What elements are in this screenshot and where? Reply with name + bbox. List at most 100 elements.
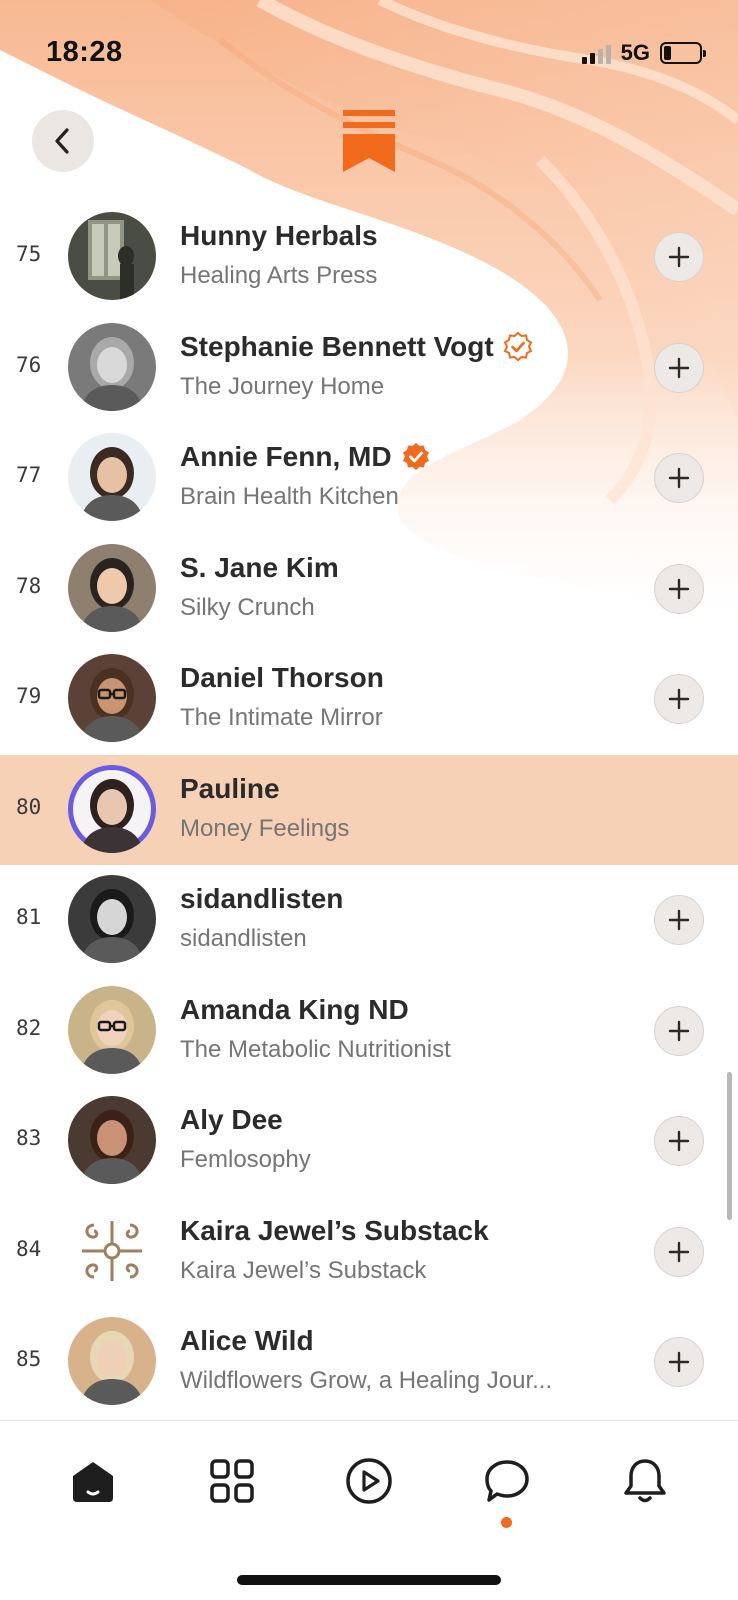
subscribe-button[interactable] xyxy=(654,1337,704,1387)
subscribe-button[interactable] xyxy=(654,563,704,614)
tab-media[interactable] xyxy=(339,1451,399,1511)
author-name[interactable]: Aly Dee xyxy=(180,1104,283,1136)
plus-icon xyxy=(668,1130,690,1152)
signal-strength-icon xyxy=(581,42,611,64)
subscribe-button[interactable] xyxy=(654,232,704,282)
author-name[interactable]: Kaira Jewel’s Substack xyxy=(180,1215,489,1247)
grid-icon xyxy=(210,1459,254,1503)
chevron-left-icon xyxy=(55,128,69,154)
tab-notifications[interactable] xyxy=(615,1451,675,1511)
leaderboard-list: 75 Hunny Herbals Healing Arts Press 76 Steph… xyxy=(0,202,738,1418)
author-name[interactable]: sidandlisten xyxy=(180,883,343,915)
subscribe-button[interactable] xyxy=(654,453,704,503)
tab-chat[interactable] xyxy=(477,1451,537,1511)
list-item[interactable]: 78 S. Jane Kim Silky Crunch xyxy=(0,534,738,645)
list-item[interactable]: 85 Alice Wild Wildflowers Grow, a Healing … xyxy=(0,1307,738,1418)
publication-name: Money Feelings xyxy=(180,814,350,842)
subscribe-button[interactable] xyxy=(654,1005,704,1056)
rank-number: 78 xyxy=(16,573,42,598)
list-item[interactable]: 75 Hunny Herbals Healing Arts Press xyxy=(0,202,738,313)
rank-number: 83 xyxy=(16,1126,42,1150)
plus-icon xyxy=(668,909,690,931)
plus-icon xyxy=(668,467,690,489)
author-name-line: Stephanie Bennett Vogt xyxy=(180,331,534,363)
list-item[interactable]: 83 Aly Dee Femlosophy xyxy=(0,1086,738,1197)
author-name[interactable]: Amanda King ND xyxy=(180,994,409,1026)
back-button[interactable] xyxy=(32,110,94,172)
play-icon xyxy=(346,1458,392,1504)
publication-name: sidandlisten xyxy=(180,925,307,952)
status-indicators: 5G xyxy=(581,40,706,66)
avatar[interactable] xyxy=(68,875,156,963)
avatar[interactable] xyxy=(68,1317,156,1405)
rank-number: 77 xyxy=(16,463,42,487)
publication-name: Silky Crunch xyxy=(180,593,315,621)
substack-logo-icon xyxy=(343,110,395,172)
subscribe-button[interactable] xyxy=(654,895,704,945)
chat-icon xyxy=(485,1460,529,1502)
rank-number: 82 xyxy=(16,1015,42,1040)
list-item[interactable]: 76 Stephanie Bennett Vogt The Journey Home xyxy=(0,313,738,424)
publication-name: The Intimate Mirror xyxy=(180,704,383,731)
publication-name: Kaira Jewel’s Substack xyxy=(180,1256,427,1284)
publication-name: The Journey Home xyxy=(180,372,385,400)
plus-icon xyxy=(668,357,690,378)
plus-icon xyxy=(668,1241,690,1262)
subscribe-button[interactable] xyxy=(654,1226,704,1277)
verified-badge-icon xyxy=(402,443,429,470)
plus-icon xyxy=(668,688,690,710)
avatar[interactable] xyxy=(68,985,156,1074)
publication-name: The Metabolic Nutritionist xyxy=(180,1035,451,1063)
author-name-line: Kaira Jewel’s Substack xyxy=(180,1215,489,1247)
list-item[interactable]: 80 Pauline Money Feelings xyxy=(0,754,738,865)
avatar[interactable] xyxy=(68,212,156,300)
network-type: 5G xyxy=(620,40,650,65)
rank-number: 81 xyxy=(16,905,42,929)
avatar[interactable] xyxy=(68,543,156,632)
rank-number: 85 xyxy=(16,1347,42,1371)
avatar[interactable] xyxy=(68,322,156,411)
author-name[interactable]: Daniel Thorson xyxy=(180,662,384,694)
subscribe-button[interactable] xyxy=(654,342,704,393)
status-bar: 18:28 5G xyxy=(0,0,738,100)
avatar[interactable] xyxy=(68,1206,156,1295)
author-name[interactable]: S. Jane Kim xyxy=(180,552,339,584)
list-item[interactable]: 77 Annie Fenn, MD Brain Health Kitchen xyxy=(0,423,738,534)
publication-name: Brain Health Kitchen xyxy=(180,483,399,510)
rank-number: 80 xyxy=(16,794,42,819)
publication-name: Wildflowers Grow, a Healing Jour... xyxy=(180,1367,553,1394)
plus-icon xyxy=(668,1020,690,1041)
scrollbar[interactable] xyxy=(727,1072,732,1220)
subscribe-button[interactable] xyxy=(654,1116,704,1166)
tab-explore[interactable] xyxy=(202,1451,262,1511)
author-name[interactable]: Hunny Herbals xyxy=(180,220,378,252)
author-name-line: Aly Dee xyxy=(180,1104,283,1136)
list-item[interactable]: 84 Kaira Jewel’s Substack Kaira Jewel’s Su… xyxy=(0,1197,738,1308)
bell-icon xyxy=(624,1459,666,1503)
rank-number: 75 xyxy=(16,242,42,266)
tab-home[interactable] xyxy=(63,1451,123,1511)
home-icon xyxy=(73,1462,113,1502)
list-item[interactable]: 82 Amanda King ND The Metabolic Nutritioni… xyxy=(0,976,738,1087)
plus-icon xyxy=(668,578,690,599)
author-name-line: Amanda King ND xyxy=(180,994,409,1026)
list-item[interactable]: 79 Daniel Thorson The Intimate Mirror xyxy=(0,644,738,755)
battery-icon xyxy=(660,42,706,64)
author-name-line: Annie Fenn, MD xyxy=(180,441,432,473)
author-name[interactable]: Annie Fenn, MD xyxy=(180,441,392,473)
author-name[interactable]: Pauline xyxy=(180,773,280,805)
author-name-line: S. Jane Kim xyxy=(180,552,339,584)
list-item[interactable]: 81 sidandlisten sidandlisten xyxy=(0,865,738,976)
author-name[interactable]: Alice Wild xyxy=(180,1325,314,1357)
author-name-line: Hunny Herbals xyxy=(180,220,378,252)
home-indicator[interactable] xyxy=(237,1575,501,1585)
publication-name: Healing Arts Press xyxy=(180,262,378,289)
avatar[interactable] xyxy=(68,1096,156,1184)
plus-icon xyxy=(668,1351,690,1373)
avatar[interactable] xyxy=(68,654,156,742)
author-name[interactable]: Stephanie Bennett Vogt xyxy=(180,331,494,363)
subscribe-button[interactable] xyxy=(654,674,704,724)
avatar[interactable] xyxy=(68,433,156,521)
avatar[interactable] xyxy=(68,764,156,853)
chat-notification-dot xyxy=(501,1517,512,1528)
